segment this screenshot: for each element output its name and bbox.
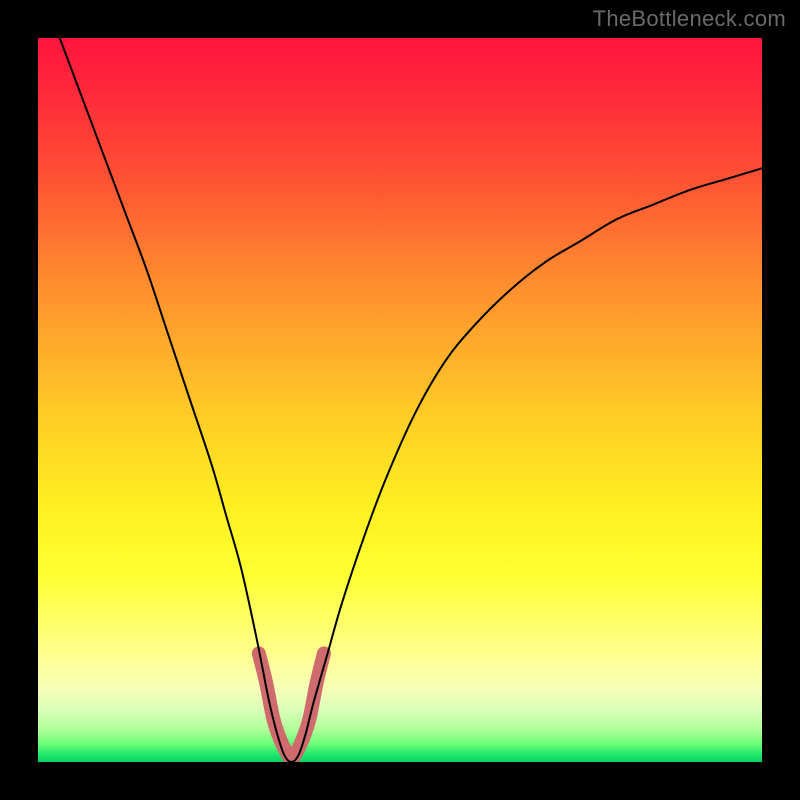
minimum-highlight: [259, 653, 324, 758]
plot-area: [38, 38, 762, 762]
chart-container: TheBottleneck.com: [0, 0, 800, 800]
watermark-text: TheBottleneck.com: [593, 6, 786, 32]
curve-svg: [38, 38, 762, 762]
bottleneck-curve: [60, 38, 762, 762]
